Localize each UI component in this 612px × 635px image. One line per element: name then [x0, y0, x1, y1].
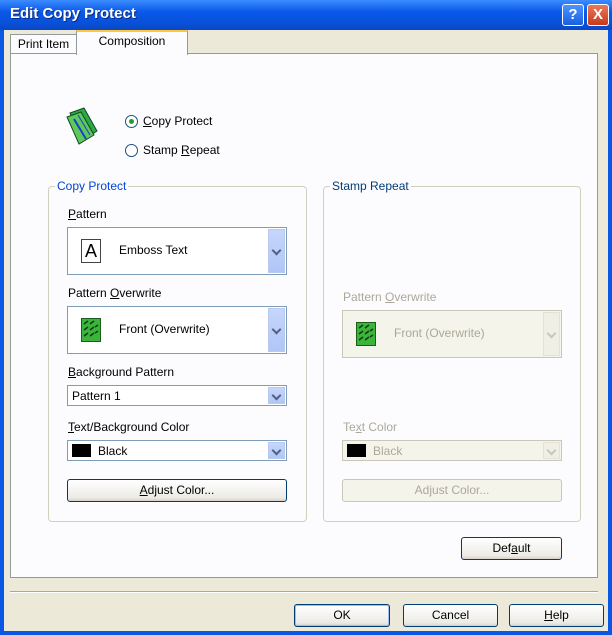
text-background-color-combo[interactable]: Black — [67, 440, 287, 461]
stamp-repeat-radio[interactable] — [125, 144, 138, 157]
stamp-pattern-overwrite-combo[interactable]: Front (Overwrite) — [342, 310, 562, 358]
color-swatch — [72, 444, 91, 457]
pattern-overwrite-label: Pattern Overwrite — [68, 286, 162, 300]
stamp-color-swatch — [347, 444, 366, 457]
tab-composition[interactable]: Composition — [76, 30, 188, 55]
adjust-color-button[interactable]: Adjust Color... — [67, 479, 287, 502]
copy-protect-radio[interactable] — [125, 115, 138, 128]
stamp-text-color-label: Text Color — [343, 420, 398, 434]
text-background-color-value: Black — [98, 444, 128, 458]
stamp-repeat-radio-label[interactable]: Stamp Repeat — [143, 143, 220, 157]
cancel-button[interactable]: Cancel — [403, 604, 498, 627]
stamp-text-color-combo[interactable]: Black — [342, 440, 562, 461]
pattern-overwrite-dropdown-chevron-down-icon[interactable] — [268, 308, 285, 352]
composition-panel: Copy Protect Stamp Repeat Copy Protect P… — [10, 53, 598, 578]
stamp-pattern-overwrite-value: Front (Overwrite) — [394, 326, 485, 340]
stamp-pattern-overwrite-label: Pattern Overwrite — [343, 290, 437, 304]
text-background-color-dropdown-chevron-down-icon[interactable] — [268, 442, 285, 459]
title-close-button[interactable]: X — [587, 4, 609, 26]
stamp-repeat-group: Stamp Repeat Pattern Overwrite Front (Ov… — [323, 179, 581, 522]
background-pattern-combo[interactable]: Pattern 1 — [67, 385, 287, 406]
background-pattern-dropdown-chevron-down-icon[interactable] — [268, 387, 285, 404]
title-bar[interactable]: Edit Copy Protect ? X — [0, 0, 612, 30]
default-button[interactable]: Default — [461, 537, 562, 560]
dialog-title: Edit Copy Protect — [10, 5, 136, 22]
background-pattern-value: Pattern 1 — [72, 389, 121, 403]
background-pattern-label: Background Pattern — [68, 365, 175, 379]
stamp-overwrite-pattern-icon — [356, 322, 376, 346]
stamp-overwrite-dropdown-chevron-down-icon[interactable] — [543, 312, 560, 356]
copy-protect-group: Copy Protect Pattern A Emboss Text Patte… — [48, 179, 307, 522]
tab-print-item[interactable]: Print Item — [10, 34, 77, 54]
help-button[interactable]: Help — [509, 604, 604, 627]
pattern-overwrite-value: Front (Overwrite) — [119, 322, 210, 336]
stamp-repeat-group-legend: Stamp Repeat — [330, 179, 411, 193]
stamp-adjust-color-button[interactable]: Adjust Color... — [342, 479, 562, 502]
pattern-overwrite-combo[interactable]: Front (Overwrite) — [67, 306, 287, 354]
copy-protect-group-legend: Copy Protect — [55, 179, 129, 193]
copy-protect-radio-label[interactable]: Copy Protect — [143, 114, 212, 128]
text-background-color-label: Text/Background Color — [68, 420, 190, 434]
dialog-window: Edit Copy Protect ? X Print Item Composi… — [0, 0, 612, 635]
copy-protect-illustration-icon — [66, 107, 98, 145]
pattern-label: Pattern — [68, 207, 107, 221]
stamp-text-color-dropdown-chevron-down-icon[interactable] — [543, 442, 560, 459]
radio-selected-dot — [129, 119, 134, 124]
bottom-separator — [10, 591, 598, 593]
emboss-text-icon: A — [81, 239, 101, 263]
pattern-combo[interactable]: A Emboss Text — [67, 227, 287, 275]
pattern-dropdown-chevron-down-icon[interactable] — [268, 229, 285, 273]
pattern-value: Emboss Text — [119, 243, 188, 257]
title-help-button[interactable]: ? — [562, 4, 584, 26]
ok-button[interactable]: OK — [294, 604, 390, 627]
stamp-text-color-value: Black — [373, 444, 403, 458]
overwrite-pattern-icon — [81, 318, 101, 342]
